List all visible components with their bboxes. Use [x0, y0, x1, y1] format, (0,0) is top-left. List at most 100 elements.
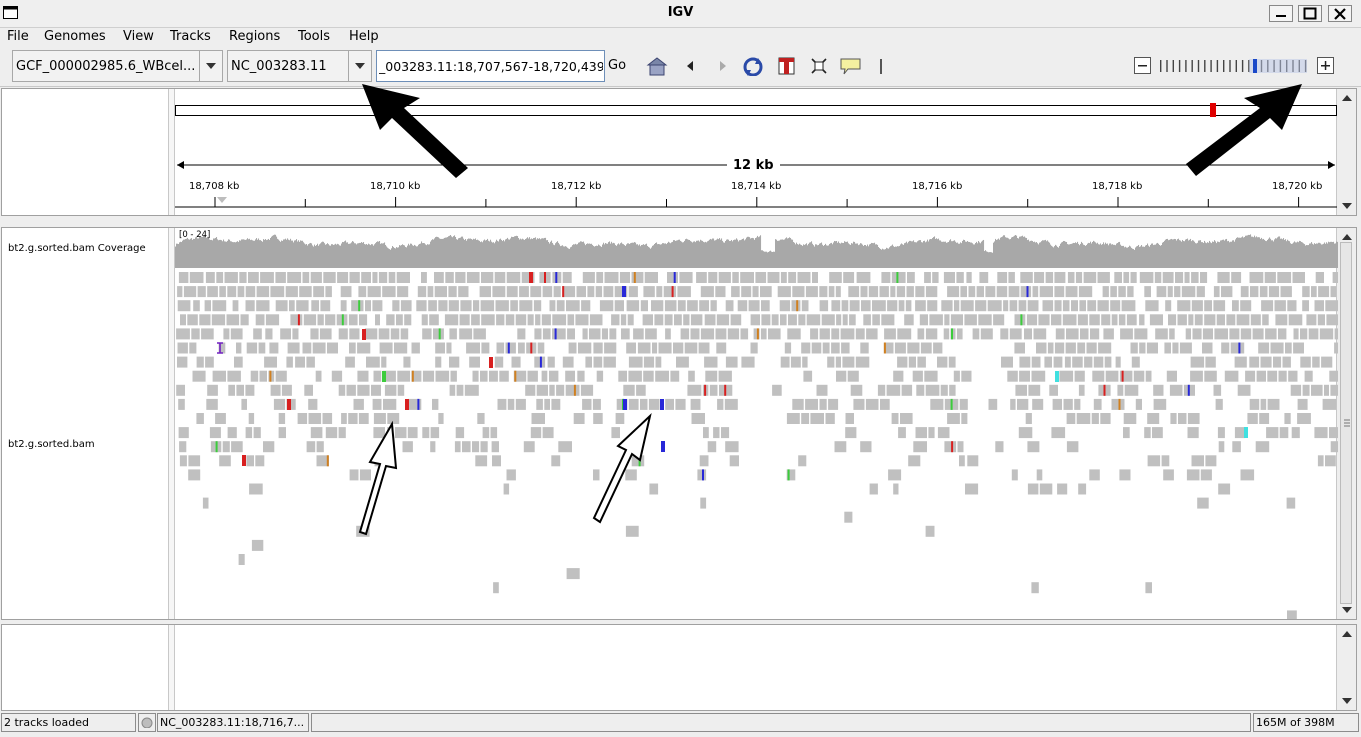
read	[829, 272, 842, 283]
menu-file[interactable]: File	[7, 29, 29, 44]
back-icon[interactable]	[680, 56, 702, 76]
coverage-bar	[1292, 243, 1294, 268]
coverage-bar	[862, 244, 864, 268]
coverage-bar	[1058, 247, 1060, 268]
read	[828, 286, 835, 298]
header-scrollbar[interactable]	[1336, 89, 1356, 215]
region-of-interest-icon[interactable]	[776, 56, 798, 76]
read	[264, 356, 277, 368]
coverage-bar	[1181, 241, 1183, 268]
coverage-track-name[interactable]: bt2.g.sorted.bam Coverage	[8, 243, 146, 254]
scroll-down-icon[interactable]	[1342, 698, 1352, 704]
read	[491, 441, 499, 453]
genome-dropdown[interactable]: GCF_000002985.6_WBcel...	[12, 50, 223, 82]
read	[897, 328, 912, 340]
maximize-button[interactable]	[1298, 5, 1322, 22]
scroll-up-icon[interactable]	[1342, 234, 1352, 240]
popup-info-icon[interactable]	[839, 56, 861, 76]
zoom-slider[interactable]	[1157, 58, 1313, 74]
read	[604, 272, 619, 283]
coverage-bar	[1041, 241, 1043, 268]
coverage-bar	[1327, 243, 1329, 268]
alignment-track-name[interactable]: bt2.g.sorted.bam	[8, 439, 95, 450]
feature-scrollbar[interactable]	[1336, 625, 1356, 710]
coverage-bar	[764, 251, 766, 268]
coverage-bar	[882, 248, 884, 268]
coverage-bar	[941, 241, 943, 268]
zoom-in-icon[interactable]	[1316, 56, 1336, 76]
read	[536, 384, 548, 396]
read	[367, 286, 381, 298]
read	[320, 300, 331, 312]
go-button[interactable]: Go	[605, 50, 632, 82]
zoom-out-icon[interactable]	[1133, 56, 1153, 76]
read	[628, 356, 643, 368]
coverage-bar	[1045, 239, 1047, 268]
scroll-down-icon[interactable]	[1342, 203, 1352, 209]
home-icon[interactable]	[646, 56, 668, 76]
scroll-down-icon[interactable]	[1342, 607, 1352, 613]
read	[1249, 356, 1260, 368]
read	[729, 455, 739, 467]
coverage-bar	[300, 240, 302, 268]
coverage-bar	[467, 239, 469, 268]
refresh-icon[interactable]	[741, 56, 763, 76]
read	[1053, 356, 1063, 368]
coverage-bar	[1098, 244, 1100, 268]
read	[430, 441, 436, 453]
menu-tools[interactable]: Tools	[298, 29, 330, 44]
span-left-arrow	[177, 161, 184, 169]
read	[987, 300, 1002, 312]
coverage-bar	[344, 241, 346, 268]
scroll-up-icon[interactable]	[1342, 631, 1352, 637]
chevron-down-icon[interactable]	[348, 51, 371, 81]
forward-icon[interactable]	[711, 56, 733, 76]
menu-tracks[interactable]: Tracks	[170, 29, 211, 44]
read	[1166, 370, 1177, 382]
read	[860, 342, 869, 354]
coverage-bar	[1193, 240, 1195, 268]
menu-view[interactable]: View	[123, 29, 154, 44]
read	[698, 342, 710, 354]
coverage-bar	[1248, 234, 1250, 268]
coverage-bar	[357, 243, 359, 268]
coverage-bar	[1216, 243, 1218, 268]
coverage-bar	[808, 243, 810, 268]
alignment-reads[interactable]	[176, 272, 1338, 619]
coverage-bar	[477, 239, 479, 268]
locus-input[interactable]: _003283.11:18,707,567-18,720,439	[376, 50, 605, 82]
coverage-bar	[996, 239, 998, 268]
read	[1300, 328, 1308, 340]
alignment-view[interactable]	[175, 228, 1338, 619]
read	[676, 356, 689, 368]
read	[475, 455, 488, 467]
read	[1321, 356, 1333, 368]
data-scrollbar[interactable]	[1336, 228, 1356, 619]
minimize-button[interactable]	[1269, 5, 1293, 22]
menu-help[interactable]: Help	[349, 29, 379, 44]
coverage-histogram[interactable]	[175, 234, 1338, 268]
coverage-bar	[615, 245, 617, 268]
menu-genomes[interactable]: Genomes	[44, 29, 106, 44]
chevron-down-icon[interactable]	[199, 51, 222, 81]
mismatch-mark	[702, 469, 704, 481]
mismatch-mark	[796, 300, 799, 312]
coverage-bar	[499, 239, 501, 268]
coverage-bar	[1264, 239, 1266, 268]
read	[1200, 272, 1208, 283]
zoom-tick	[1178, 60, 1181, 72]
scroll-up-icon[interactable]	[1342, 95, 1352, 101]
coverage-bar	[1219, 242, 1221, 268]
mismatch-mark	[756, 328, 759, 340]
close-button[interactable]	[1328, 5, 1352, 22]
coverage-bar	[178, 244, 180, 268]
menu-regions[interactable]: Regions	[229, 29, 280, 44]
scrollbar-thumb[interactable]	[1340, 242, 1352, 604]
read	[677, 286, 691, 298]
read	[387, 413, 400, 424]
coverage-bar	[464, 239, 466, 268]
coverage-bar	[244, 239, 246, 268]
chromosome-dropdown[interactable]: NC_003283.11	[227, 50, 372, 82]
resize-to-window-icon[interactable]	[808, 56, 830, 76]
chromosome-ideogram[interactable]	[175, 105, 1337, 116]
